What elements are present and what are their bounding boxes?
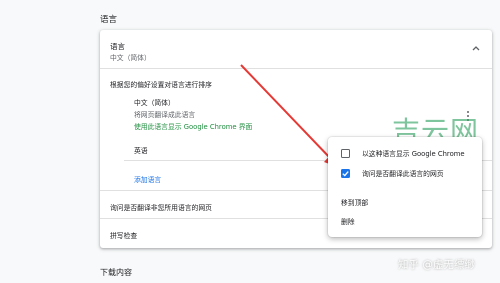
language-context-menu: 以这种语言显示 Google Chrome 询问是否翻译此语言的网页 移到顶部 … bbox=[328, 137, 482, 237]
checkbox-unchecked[interactable] bbox=[341, 149, 350, 158]
language-row-title: 语言 bbox=[110, 42, 125, 51]
translate-note: 将网页翻译成此语言 bbox=[134, 111, 196, 119]
divider bbox=[100, 68, 492, 69]
spell-check-row[interactable]: 拼写检查 bbox=[110, 230, 137, 240]
menu-item-move-to-top[interactable]: 移到顶部 bbox=[341, 197, 368, 207]
checkmark-icon bbox=[342, 171, 349, 177]
menu-item-label: 询问是否翻译此语言的网页 bbox=[362, 170, 444, 178]
offer-translate-toggle-row[interactable]: 询问是否翻译非您所用语言的网页 bbox=[110, 202, 212, 212]
language-item-english: 英语 bbox=[134, 147, 148, 155]
menu-item-label: 以这种语言显示 Google Chrome bbox=[362, 150, 465, 158]
chevron-up-icon[interactable] bbox=[472, 45, 480, 51]
ui-language-note: 使用此语言显示 Google Chrome 界面 bbox=[134, 123, 253, 131]
add-language-link[interactable]: 添加语言 bbox=[134, 174, 161, 184]
language-row[interactable]: 语言 中文（简体） bbox=[100, 30, 492, 66]
section-title-languages: 语言 bbox=[100, 15, 118, 25]
order-hint: 根据您的偏好设置对语言进行排序 bbox=[110, 81, 212, 89]
language-row-current: 中文（简体） bbox=[110, 54, 151, 62]
menu-item-offer-translate[interactable]: 询问是否翻译此语言的网页 bbox=[328, 165, 482, 181]
language-item-chinese: 中文（简体） 将网页翻译成此语言 使用此语言显示 Google Chrome 界… bbox=[134, 97, 434, 137]
menu-item-display-chrome[interactable]: 以这种语言显示 Google Chrome bbox=[328, 145, 482, 161]
menu-item-remove[interactable]: 删除 bbox=[341, 216, 355, 226]
watermark-credit: 知乎 @虚无缥缈 bbox=[398, 259, 475, 271]
next-section-title: 下载内容 bbox=[100, 268, 132, 277]
checkbox-checked[interactable] bbox=[341, 169, 350, 178]
language-name: 中文（简体） bbox=[134, 99, 175, 107]
